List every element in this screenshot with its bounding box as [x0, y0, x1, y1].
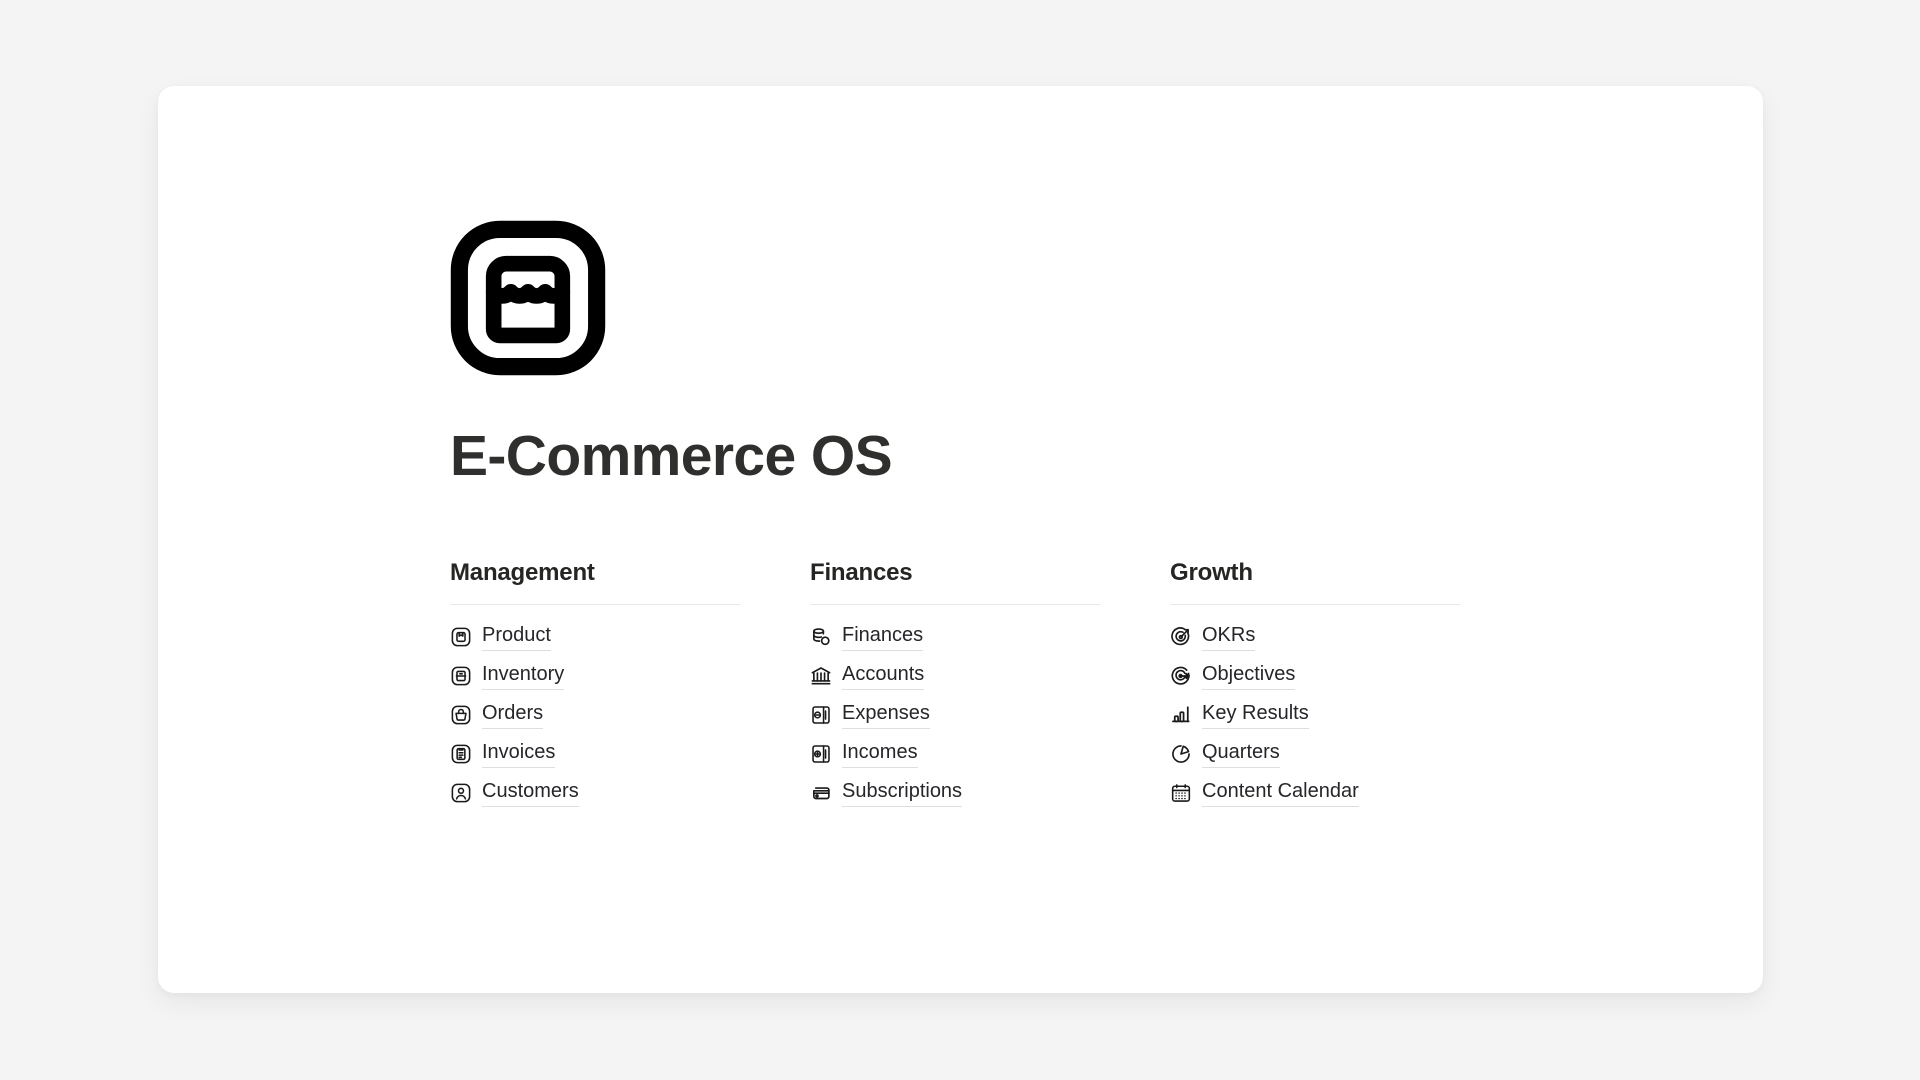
- list-item[interactable]: Inventory: [450, 661, 740, 691]
- receipt-minus-icon: [810, 704, 832, 726]
- bar-chart-icon: [1170, 704, 1192, 726]
- content-card: E-Commerce OS Management Product Invento…: [158, 86, 1763, 993]
- credit-cards-icon: [810, 782, 832, 804]
- column-title: Management: [450, 559, 595, 586]
- list-item-label[interactable]: Expenses: [842, 700, 930, 730]
- list-item-label[interactable]: Orders: [482, 700, 544, 730]
- column-management: Management Product Inventory Orders Invo…: [450, 559, 740, 808]
- store-rounded-square-icon: [450, 220, 606, 376]
- package-box-icon: [450, 626, 472, 648]
- link-columns: Management Product Inventory Orders Invo…: [450, 559, 1723, 808]
- list-item-label[interactable]: Invoices: [482, 739, 556, 769]
- target-arrow-icon: [1170, 626, 1192, 648]
- bank-building-icon: [810, 665, 832, 687]
- link-list: Product Inventory Orders Invoices Custom…: [450, 622, 740, 808]
- column-divider: [1170, 603, 1460, 605]
- list-item-label[interactable]: Finances: [842, 622, 924, 652]
- list-item-label[interactable]: Objectives: [1202, 661, 1296, 691]
- list-item-label[interactable]: Content Calendar: [1202, 778, 1359, 808]
- list-item[interactable]: Subscriptions: [810, 778, 1100, 808]
- list-item-label[interactable]: Key Results: [1202, 700, 1309, 730]
- list-item[interactable]: Content Calendar: [1170, 778, 1460, 808]
- list-item[interactable]: Finances: [810, 622, 1100, 652]
- invoice-clipboard-icon: [450, 743, 472, 765]
- list-item[interactable]: Product: [450, 622, 740, 652]
- column-growth: Growth OKRs Objectives Key Results Quart…: [1170, 559, 1460, 808]
- column-divider: [450, 603, 740, 605]
- column-divider: [810, 603, 1100, 605]
- column-title: Finances: [810, 559, 913, 586]
- list-item[interactable]: Customers: [450, 778, 740, 808]
- list-item-label[interactable]: OKRs: [1202, 622, 1256, 652]
- link-list: Finances Accounts Expenses Incomes Subsc…: [810, 622, 1100, 808]
- page-root: E-Commerce OS Management Product Invento…: [0, 0, 1920, 1080]
- list-item[interactable]: Incomes: [810, 739, 1100, 769]
- list-item[interactable]: Invoices: [450, 739, 740, 769]
- list-item-label[interactable]: Product: [482, 622, 551, 652]
- list-item[interactable]: Expenses: [810, 700, 1100, 730]
- list-item[interactable]: Quarters: [1170, 739, 1460, 769]
- user-person-icon: [450, 782, 472, 804]
- list-item-label[interactable]: Quarters: [1202, 739, 1280, 769]
- card-content: E-Commerce OS Management Product Invento…: [450, 220, 1723, 953]
- list-item[interactable]: Objectives: [1170, 661, 1460, 691]
- shopping-basket-icon: [450, 704, 472, 726]
- link-list: OKRs Objectives Key Results Quarters Con…: [1170, 622, 1460, 808]
- list-item[interactable]: Accounts: [810, 661, 1100, 691]
- list-item-label[interactable]: Accounts: [842, 661, 925, 691]
- list-item-label[interactable]: Incomes: [842, 739, 918, 769]
- pie-chart-icon: [1170, 743, 1192, 765]
- list-item[interactable]: Orders: [450, 700, 740, 730]
- target-goal-icon: [1170, 665, 1192, 687]
- calendar-grid-icon: [1170, 782, 1192, 804]
- receipt-plus-icon: [810, 743, 832, 765]
- list-item-label[interactable]: Subscriptions: [842, 778, 963, 808]
- inventory-box-icon: [450, 665, 472, 687]
- list-item-label[interactable]: Inventory: [482, 661, 565, 691]
- list-item-label[interactable]: Customers: [482, 778, 579, 808]
- coins-stack-icon: [810, 626, 832, 648]
- column-title: Growth: [1170, 559, 1253, 586]
- list-item[interactable]: Key Results: [1170, 700, 1460, 730]
- list-item[interactable]: OKRs: [1170, 622, 1460, 652]
- page-title: E-Commerce OS: [450, 424, 893, 488]
- column-finances: Finances Finances Accounts Expenses Inco…: [810, 559, 1100, 808]
